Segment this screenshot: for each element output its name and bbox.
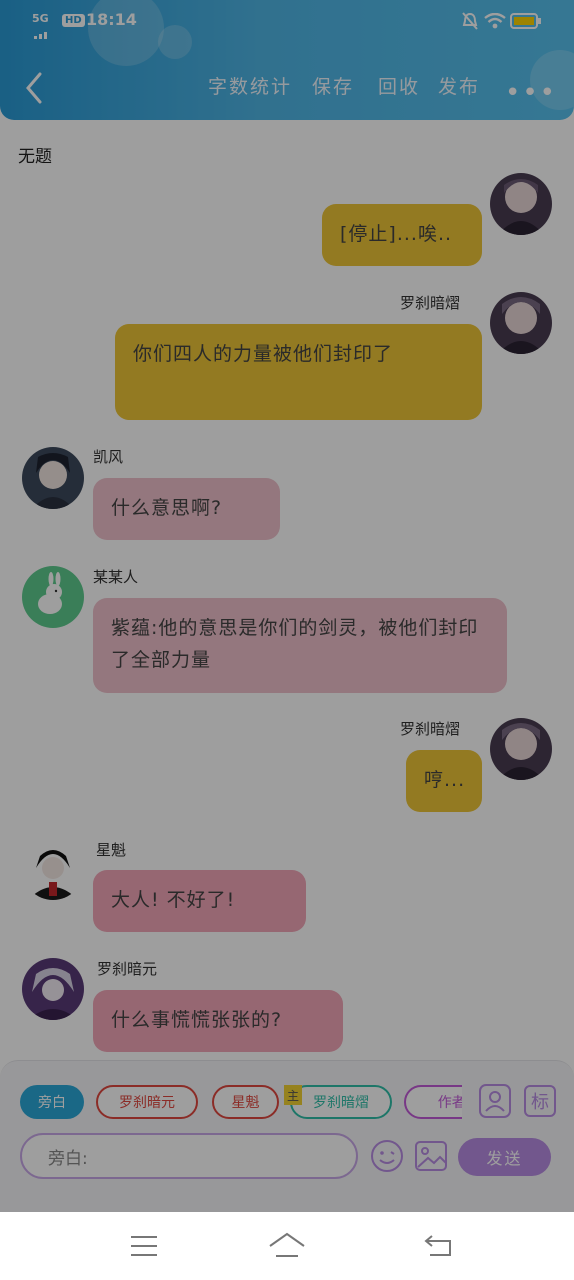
role-chip[interactable]: 作者· — [404, 1085, 462, 1119]
send-button[interactable]: 发送 — [458, 1138, 551, 1176]
sender-name: 罗刹暗元 — [97, 960, 158, 978]
avatar[interactable] — [490, 718, 552, 780]
role-chip-clip: 作者· — [404, 1085, 462, 1119]
decor-bubble — [158, 25, 192, 59]
wifi-icon — [484, 12, 506, 33]
publish-button[interactable]: 发布 — [438, 72, 480, 99]
back-button[interactable] — [18, 68, 50, 108]
doc-title[interactable]: 无题 — [18, 142, 52, 167]
avatar[interactable] — [22, 566, 84, 628]
sender-name: 星魁 — [96, 841, 127, 859]
role-chip[interactable]: 罗刹暗元 — [96, 1085, 198, 1119]
chat-bubble[interactable]: 紫蕴:他的意思是你们的剑灵，被他们封印了全部力量 — [93, 598, 507, 693]
chat-bubble[interactable]: 什么意思啊? — [93, 478, 280, 540]
main-role-badge: 主 — [284, 1085, 302, 1105]
chat-bubble[interactable]: 哼... — [406, 750, 482, 812]
mute-bell-icon — [462, 12, 478, 34]
avatar[interactable] — [22, 447, 84, 509]
image-icon[interactable] — [414, 1139, 448, 1173]
avatar[interactable] — [22, 838, 84, 900]
save-button[interactable]: 保存 — [312, 72, 354, 99]
back-icon[interactable] — [424, 1232, 454, 1262]
role-chip[interactable]: 星魁 — [212, 1085, 279, 1119]
chat-bubble[interactable]: 什么事慌慌张张的? — [93, 990, 343, 1052]
chat-bubble[interactable]: 你们四人的力量被他们封印了 — [115, 324, 482, 420]
avatar[interactable] — [22, 958, 84, 1020]
word-count-button[interactable]: 字数统计 — [208, 72, 292, 99]
person-card-icon[interactable] — [478, 1083, 512, 1119]
sender-name: 某某人 — [93, 568, 139, 586]
sender-name: 凯风 — [93, 448, 124, 466]
signal-icon — [34, 24, 54, 39]
chat-bubble[interactable]: 大人! 不好了! — [93, 870, 306, 932]
recycle-button[interactable]: 回收 — [378, 72, 420, 99]
chat-bubble[interactable]: [停止]...唉.. — [322, 204, 482, 266]
status-time: 18:14 — [86, 10, 137, 29]
more-dots-icon[interactable]: ••• — [505, 78, 557, 108]
avatar[interactable] — [490, 292, 552, 354]
avatar[interactable] — [490, 173, 552, 235]
message-input[interactable]: 旁白: — [20, 1133, 358, 1179]
emoji-icon[interactable] — [370, 1139, 404, 1173]
role-chip[interactable]: 罗刹暗熠 — [290, 1085, 392, 1119]
sender-name: 罗刹暗熠 — [400, 720, 461, 738]
hd-badge: HD — [62, 14, 85, 27]
home-icon[interactable] — [268, 1232, 306, 1262]
battery-icon — [510, 12, 542, 34]
role-chip-narration[interactable]: 旁白 — [20, 1085, 84, 1119]
system-navigation-bar — [0, 1212, 574, 1280]
chevron-left-icon — [26, 72, 42, 104]
menu-icon[interactable] — [130, 1234, 158, 1262]
tag-button[interactable]: 标 — [524, 1085, 556, 1117]
app-header: 5G HD 18:14 字数统计 保存 回收 发布 ••• — [0, 0, 574, 120]
sender-name: 罗刹暗熠 — [400, 294, 461, 312]
